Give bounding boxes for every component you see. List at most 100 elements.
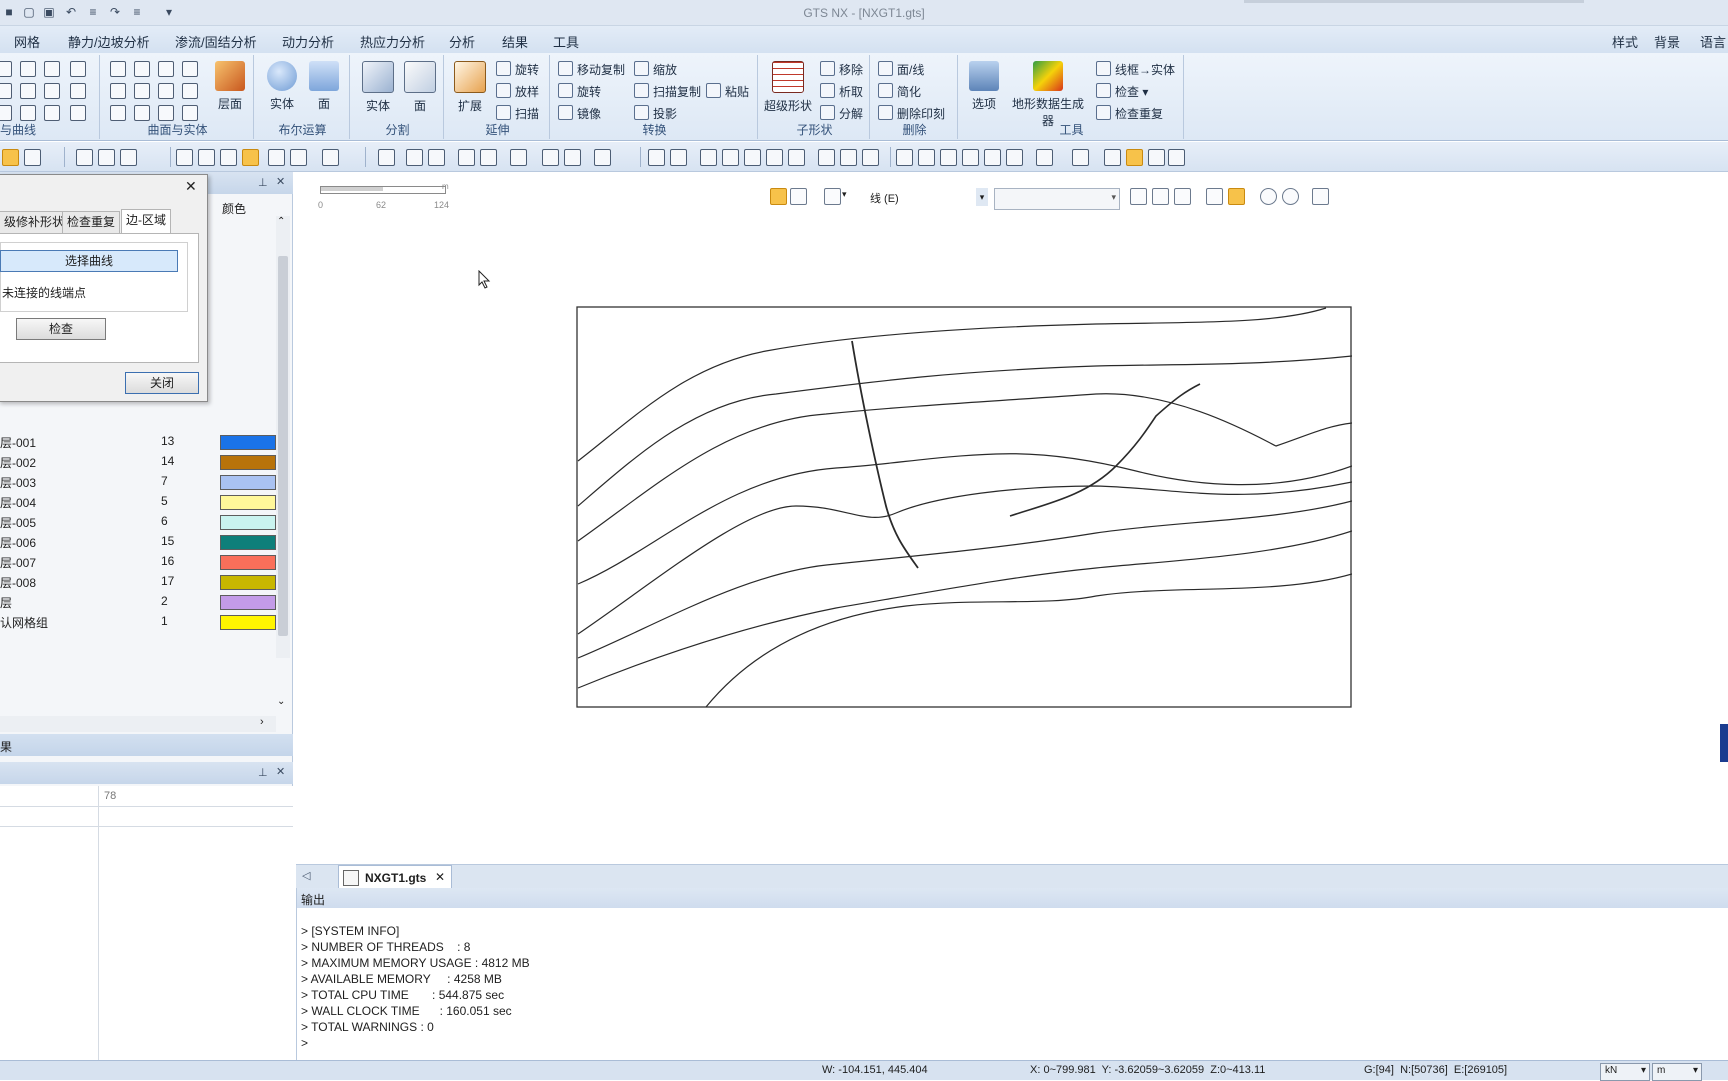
tab-check-duplicate[interactable]: 检查重复 bbox=[62, 211, 121, 233]
tab-repair-shape[interactable]: 级修补形状 bbox=[0, 211, 70, 233]
axis-red-icon[interactable] bbox=[862, 149, 879, 166]
rotate-button[interactable]: 旋转 bbox=[558, 83, 601, 100]
grid-icon[interactable] bbox=[176, 149, 193, 166]
filter-dropdown-icon[interactable]: ▾ bbox=[976, 188, 988, 206]
polyline-icon[interactable] bbox=[0, 83, 12, 99]
select-none-icon[interactable] bbox=[1174, 188, 1191, 205]
prism-icon[interactable] bbox=[182, 83, 198, 99]
shade-active-icon[interactable] bbox=[1126, 149, 1143, 166]
element-number-icon[interactable] bbox=[480, 149, 497, 166]
visibility-icon[interactable] bbox=[98, 149, 115, 166]
menu-seepage[interactable]: 渗流/固结分析 bbox=[175, 32, 257, 51]
menu-results[interactable]: 结果 bbox=[502, 32, 528, 51]
layer-color-swatch[interactable] bbox=[220, 495, 276, 510]
iso-view-icon[interactable] bbox=[1036, 149, 1053, 166]
select-highlight-icon[interactable] bbox=[1228, 188, 1245, 205]
remove-button[interactable]: 移除 bbox=[820, 61, 863, 78]
sweep-copy-button[interactable]: 扫描复制 bbox=[634, 83, 701, 100]
layer-row-name[interactable]: 层-004 bbox=[0, 494, 36, 511]
connect-icon[interactable] bbox=[44, 105, 60, 121]
trim-icon[interactable] bbox=[44, 61, 60, 77]
work-plane-icon[interactable] bbox=[198, 149, 215, 166]
rotate-view-icon[interactable] bbox=[744, 149, 761, 166]
snap-active-icon[interactable] bbox=[242, 149, 259, 166]
decompose-button[interactable]: 分解 bbox=[820, 105, 863, 122]
options-button[interactable]: 选项 bbox=[964, 61, 1004, 112]
view-left-icon[interactable] bbox=[940, 149, 957, 166]
offset-icon[interactable] bbox=[70, 61, 86, 77]
book-icon[interactable] bbox=[378, 149, 395, 166]
super-shape-button[interactable]: 超级形状 bbox=[762, 61, 814, 114]
select-mode-icon[interactable] bbox=[824, 188, 841, 205]
scrollbar-thumb[interactable] bbox=[278, 256, 288, 636]
view-bottom-icon[interactable] bbox=[1006, 149, 1023, 166]
extract-button[interactable]: 析取 bbox=[820, 83, 863, 100]
sweep-button[interactable]: 扫描 bbox=[496, 105, 539, 122]
check-button[interactable]: 检查 ▾ bbox=[1096, 83, 1148, 100]
mirror-button[interactable]: 镜像 bbox=[558, 105, 601, 122]
close-icon[interactable]: ✕ bbox=[276, 765, 285, 778]
fillet-icon[interactable] bbox=[20, 105, 36, 121]
selection-combo[interactable]: ▾ bbox=[994, 188, 1120, 210]
plane-grid-icon[interactable] bbox=[158, 61, 174, 77]
paste-button[interactable]: 粘贴 bbox=[706, 83, 749, 100]
wire-to-solid-button[interactable]: 线框→实体 bbox=[1096, 61, 1175, 78]
select-node-icon[interactable] bbox=[406, 149, 423, 166]
move-copy-button[interactable]: 移动复制 bbox=[558, 61, 625, 78]
layer-color-swatch[interactable] bbox=[220, 575, 276, 590]
select-curve-button[interactable]: 选择曲线 bbox=[0, 250, 178, 272]
cone-icon[interactable] bbox=[110, 83, 126, 99]
query-icon[interactable] bbox=[510, 149, 527, 166]
view-back-icon[interactable] bbox=[918, 149, 935, 166]
split-curve-icon[interactable] bbox=[70, 83, 86, 99]
pin-view-icon[interactable] bbox=[1312, 188, 1329, 205]
cylinder-icon[interactable] bbox=[110, 61, 126, 77]
layer-color-swatch[interactable] bbox=[220, 475, 276, 490]
menu-dynamic[interactable]: 动力分析 bbox=[282, 32, 334, 51]
menu-thermal[interactable]: 热应力分析 bbox=[360, 32, 425, 51]
layer-row-name[interactable]: 层-001 bbox=[0, 434, 36, 451]
layer-row-name[interactable]: 层-006 bbox=[0, 534, 36, 551]
horizontal-scrollbar[interactable] bbox=[0, 716, 276, 732]
select-all-icon[interactable] bbox=[1152, 188, 1169, 205]
pan-icon[interactable] bbox=[788, 149, 805, 166]
boolean-solid-button[interactable]: 实体 bbox=[262, 61, 302, 112]
wedge-icon[interactable] bbox=[110, 105, 126, 121]
plane-options-icon[interactable] bbox=[290, 149, 307, 166]
layer-row-name[interactable]: 层-008 bbox=[0, 574, 36, 591]
select-circle-2-icon[interactable] bbox=[1282, 188, 1299, 205]
layer-color-swatch[interactable] bbox=[220, 515, 276, 530]
layer-row-name[interactable]: 层-003 bbox=[0, 474, 36, 491]
box-icon[interactable] bbox=[134, 61, 150, 77]
layer-color-swatch[interactable] bbox=[220, 595, 276, 610]
curve-tool-icon[interactable] bbox=[0, 61, 12, 77]
zoom-window-icon[interactable] bbox=[700, 149, 717, 166]
view-right-icon[interactable] bbox=[962, 149, 979, 166]
project-button[interactable]: 投影 bbox=[634, 105, 677, 122]
pin-icon[interactable]: ⊥ bbox=[258, 176, 268, 189]
node-number-icon[interactable] bbox=[458, 149, 475, 166]
circle-tool-icon[interactable] bbox=[0, 105, 12, 121]
cube-icon[interactable] bbox=[158, 83, 174, 99]
force-unit-select[interactable]: kN ▾ bbox=[1600, 1063, 1650, 1081]
document-tab[interactable]: NXGT1.gts ✕ bbox=[338, 865, 452, 890]
select-pick-icon[interactable] bbox=[790, 188, 807, 205]
select-previous-icon[interactable] bbox=[1130, 188, 1147, 205]
view-front-icon[interactable] bbox=[896, 149, 913, 166]
select-mode-dropdown-icon[interactable]: ▾ bbox=[842, 189, 847, 200]
view-top-icon[interactable] bbox=[984, 149, 1001, 166]
layer-row-name[interactable]: 层 bbox=[0, 594, 12, 611]
intersect-icon[interactable] bbox=[44, 83, 60, 99]
simplify-button[interactable]: 简化 bbox=[878, 83, 921, 100]
revolve-button[interactable]: 旋转 bbox=[496, 61, 539, 78]
snap-plane-icon[interactable] bbox=[220, 149, 237, 166]
menu-style[interactable]: 样式 bbox=[1612, 32, 1638, 51]
layer-color-swatch[interactable] bbox=[220, 455, 276, 470]
sphere-icon[interactable] bbox=[134, 83, 150, 99]
snap-grid-icon[interactable] bbox=[322, 149, 339, 166]
geology-section-drawing[interactable] bbox=[576, 306, 1352, 708]
shade-icon[interactable] bbox=[1104, 149, 1121, 166]
scale-button[interactable]: 缩放 bbox=[634, 61, 677, 78]
surface-patch-icon[interactable] bbox=[182, 61, 198, 77]
wireframe-icon[interactable] bbox=[1148, 149, 1165, 166]
